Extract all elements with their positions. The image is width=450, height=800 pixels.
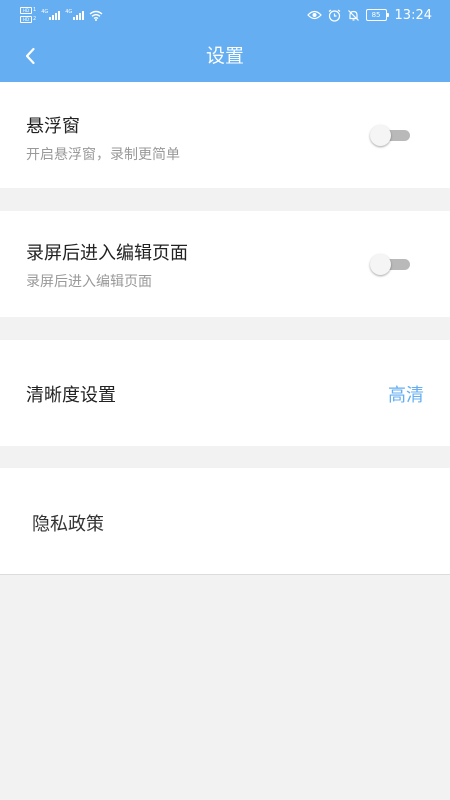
setting-edit-after-record: 录屏后进入编辑页面 录屏后进入编辑页面 xyxy=(0,211,450,317)
status-right-icons: 85 13:24 xyxy=(306,5,432,25)
signal-4g-icon: 4G xyxy=(41,10,61,20)
status-time: 13:24 xyxy=(394,7,432,23)
toggle-knob xyxy=(370,254,391,275)
bell-muted-icon xyxy=(347,9,360,22)
battery-level: 85 xyxy=(365,9,387,21)
sim-indicators: HD 1 HD 2 xyxy=(20,7,36,23)
wifi-icon xyxy=(89,10,103,21)
sim1-hd-icon: HD 1 xyxy=(20,7,36,14)
clarity-value: 高清 xyxy=(388,385,424,406)
setting-clarity[interactable]: 清晰度设置 高清 xyxy=(0,340,450,446)
toggle-knob xyxy=(370,125,391,146)
alarm-icon xyxy=(328,9,341,22)
eye-care-icon xyxy=(306,10,322,20)
setting-floating-window: 悬浮窗 开启悬浮窗，录制更简单 xyxy=(0,82,450,188)
edit-after-record-toggle[interactable] xyxy=(370,254,410,275)
page-title: 设置 xyxy=(205,45,244,67)
status-left-icons: HD 1 HD 2 4G 4G xyxy=(20,6,103,24)
nav-bar: 设置 xyxy=(0,30,450,82)
sim2-hd-icon: HD 2 xyxy=(20,16,36,23)
edit-after-record-title: 录屏后进入编辑页面 xyxy=(26,243,188,264)
signal-4g-icon: 4G xyxy=(65,10,85,20)
app-header: HD 1 HD 2 4G 4G 85 13:24 设置 xyxy=(0,0,450,82)
floating-window-subtitle: 开启悬浮窗，录制更简单 xyxy=(26,147,180,163)
clarity-title: 清晰度设置 xyxy=(26,385,116,406)
privacy-policy-title: 隐私政策 xyxy=(32,514,104,535)
battery-icon: 85 xyxy=(365,9,389,21)
floating-window-title: 悬浮窗 xyxy=(26,116,80,137)
floating-window-toggle[interactable] xyxy=(370,125,410,146)
privacy-policy-item[interactable]: 隐私政策 xyxy=(0,468,450,575)
edit-after-record-subtitle: 录屏后进入编辑页面 xyxy=(26,274,152,290)
status-bar: HD 1 HD 2 4G 4G 85 13:24 xyxy=(0,0,450,30)
chevron-left-icon xyxy=(25,47,35,65)
back-button[interactable] xyxy=(16,42,44,70)
